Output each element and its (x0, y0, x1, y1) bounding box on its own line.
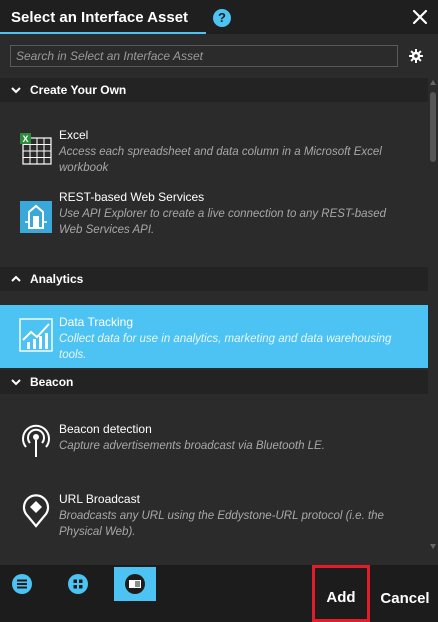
item-description: Capture advertisements broadcast via Blu… (59, 440, 325, 452)
beacon-icon (22, 424, 50, 457)
list-view-icon (12, 574, 32, 594)
footer-bar: Add Cancel (0, 565, 438, 622)
data-tracking-icon (19, 318, 53, 352)
grid-view-icon (68, 574, 88, 594)
chevron-down-icon (11, 379, 21, 386)
asset-list: Create Your Own X Excel Access each spre… (0, 78, 428, 565)
item-description: Use API Explorer to create a live connec… (59, 208, 387, 236)
section-title: Beacon (30, 375, 74, 389)
list-scrollbar[interactable] (428, 78, 438, 565)
list-item-url-broadcast[interactable]: URL Broadcast Broadcasts any URL using t… (0, 482, 428, 552)
list-item-beacon-detection[interactable]: Beacon detection Capture advertisements … (0, 412, 428, 482)
web-services-icon (20, 201, 52, 233)
svg-text:X: X (22, 134, 28, 144)
item-description: Collect data for use in analytics, marke… (59, 333, 392, 361)
item-description: Access each spreadsheet and data column … (59, 146, 382, 174)
card-view-button[interactable] (114, 567, 156, 601)
grid-view-button[interactable] (62, 568, 94, 600)
chevron-down-icon (11, 87, 21, 94)
section-title: Analytics (30, 272, 84, 286)
search-row (0, 34, 438, 78)
section-header-analytics[interactable]: Analytics (0, 267, 428, 291)
section-header-create-your-own[interactable]: Create Your Own (0, 78, 428, 102)
title-tab: Select an Interface Asset (0, 0, 206, 34)
title-bar: Select an Interface Asset ? (0, 0, 438, 34)
list-item-data-tracking[interactable]: Data Tracking Collect data for use in an… (0, 305, 428, 368)
item-description: Broadcasts any URL using the Eddystone-U… (59, 510, 384, 538)
search-input[interactable] (10, 45, 398, 67)
item-name: URL Broadcast (59, 492, 140, 506)
scroll-down-icon[interactable] (430, 544, 436, 549)
scroll-up-icon[interactable] (430, 80, 436, 85)
dialog-title: Select an Interface Asset (11, 9, 189, 26)
help-icon[interactable]: ? (213, 9, 231, 27)
list-item-rest-web-services[interactable]: REST-based Web Services Use API Explorer… (0, 180, 428, 265)
close-icon[interactable] (410, 7, 430, 27)
excel-icon: X (20, 133, 52, 165)
gear-icon[interactable] (408, 48, 424, 64)
section-title: Create Your Own (30, 83, 127, 97)
item-name: Data Tracking (59, 315, 134, 329)
cancel-button[interactable]: Cancel (372, 565, 438, 622)
url-broadcast-icon (22, 494, 50, 528)
chevron-up-icon (11, 275, 21, 282)
card-view-icon (125, 574, 145, 594)
section-header-beacon[interactable]: Beacon (0, 370, 428, 394)
item-name: Beacon detection (59, 422, 152, 436)
list-view-button[interactable] (6, 568, 38, 600)
item-name: Excel (59, 128, 89, 142)
add-button[interactable]: Add (312, 565, 370, 622)
list-item-excel[interactable]: X Excel Access each spreadsheet and data… (0, 102, 428, 180)
item-name: REST-based Web Services (59, 190, 205, 204)
scroll-thumb[interactable] (430, 92, 436, 162)
